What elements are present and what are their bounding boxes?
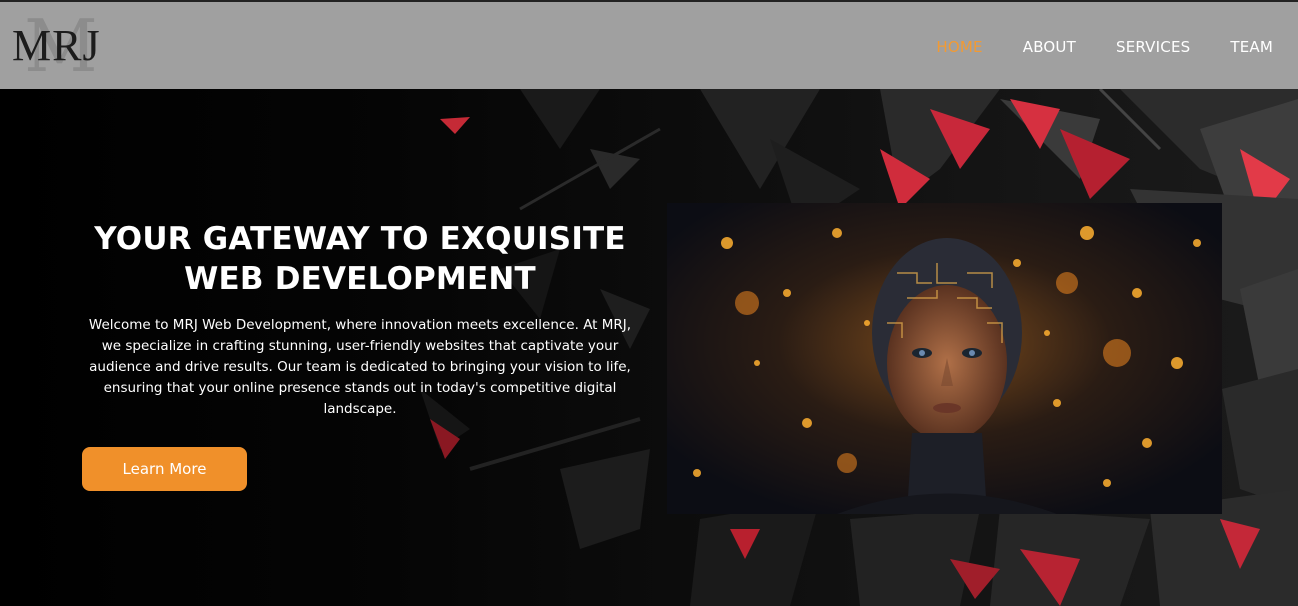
logo[interactable]: M MRJ <box>12 10 112 82</box>
nav-item-team[interactable]: TEAM <box>1230 38 1273 56</box>
hero-description: Welcome to MRJ Web Development, where in… <box>88 317 632 417</box>
site-header: M MRJ HOME ABOUT SERVICES TEAM <box>0 0 1298 89</box>
learn-more-button[interactable]: Learn More <box>82 447 247 491</box>
hero-title: YOUR GATEWAY TO EXQUISITE WEB DEVELOPMEN… <box>82 219 638 299</box>
hero-title-line1: YOUR GATEWAY TO EXQUISITE <box>94 221 626 257</box>
hero-text-block: YOUR GATEWAY TO EXQUISITE WEB DEVELOPMEN… <box>82 219 638 420</box>
ai-face-portrait-icon <box>667 203 1222 514</box>
hero-title-line2: WEB DEVELOPMENT <box>184 261 536 297</box>
logo-text: MRJ <box>12 21 101 70</box>
main-nav: HOME ABOUT SERVICES TEAM <box>896 38 1273 56</box>
nav-item-home[interactable]: HOME <box>936 38 982 56</box>
hero-section: YOUR GATEWAY TO EXQUISITE WEB DEVELOPMEN… <box>0 89 1298 606</box>
nav-item-about[interactable]: ABOUT <box>1023 38 1076 56</box>
nav-item-services[interactable]: SERVICES <box>1116 38 1190 56</box>
hero-image-ai-face <box>667 203 1222 514</box>
